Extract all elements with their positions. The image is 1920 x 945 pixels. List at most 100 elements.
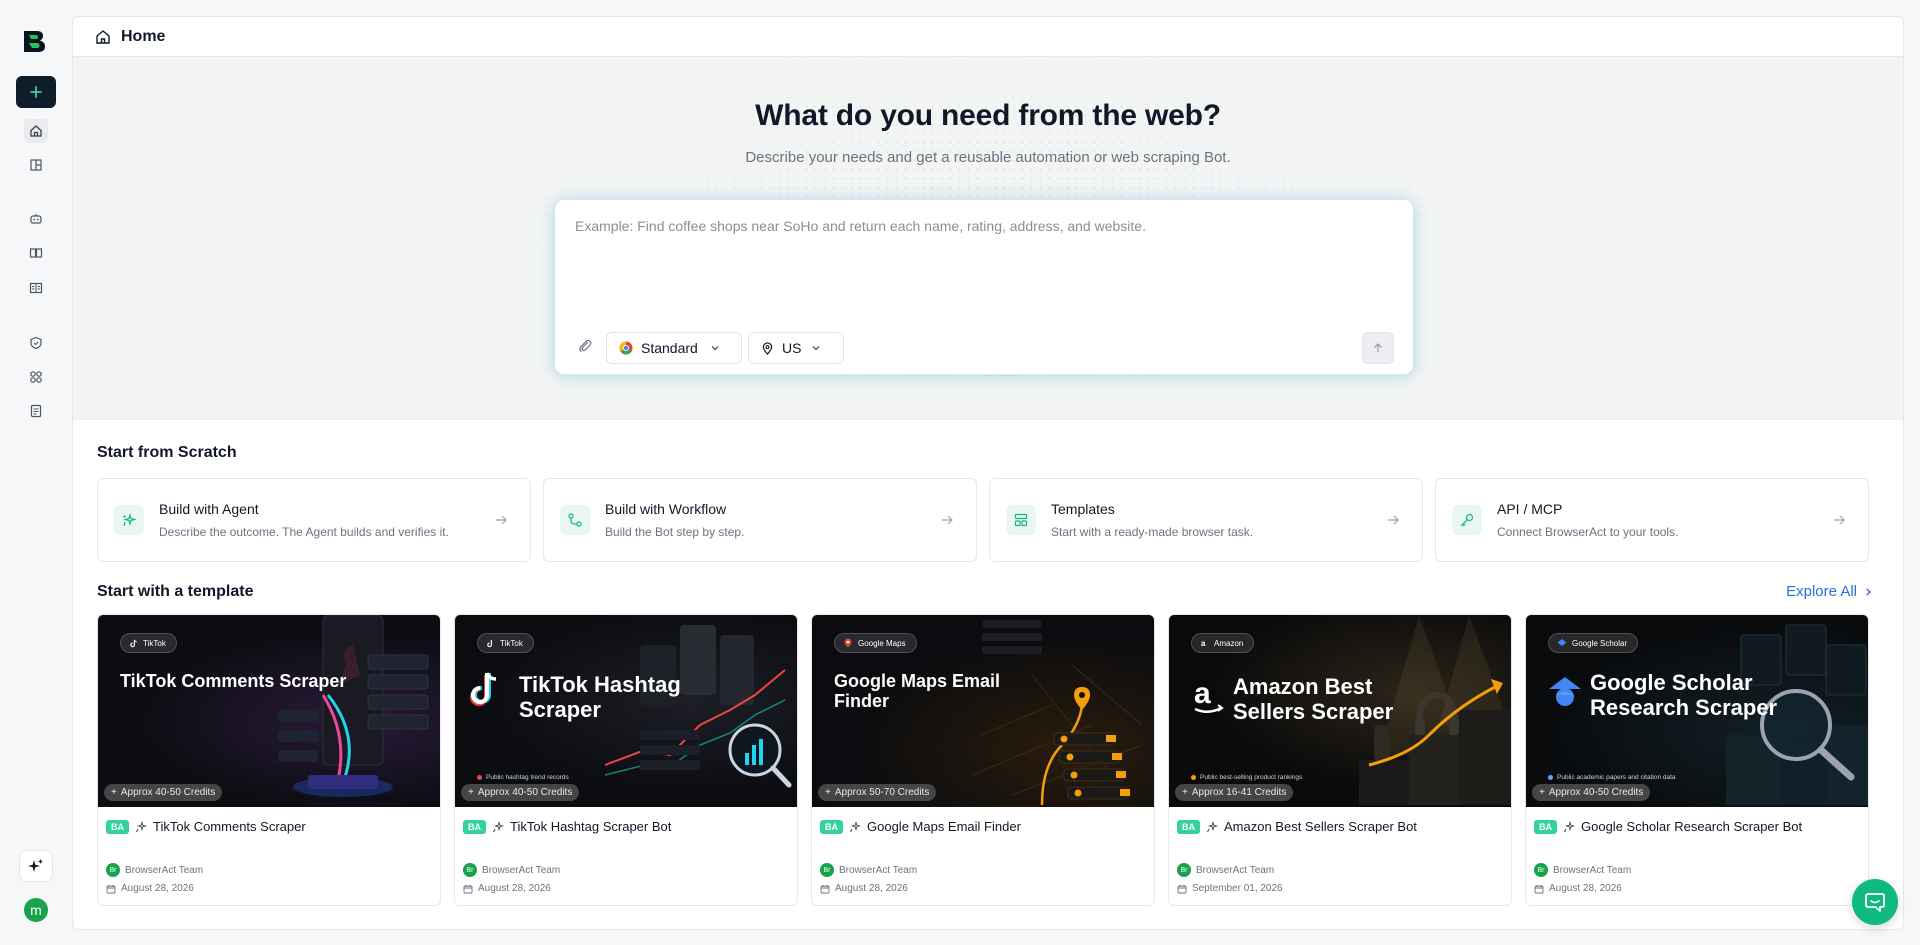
region-select[interactable]: US: [748, 332, 844, 364]
new-task-button[interactable]: [16, 76, 56, 108]
template-name: BA Google Maps Email Finder: [820, 819, 1021, 834]
credits-badge: + Approx 40-50 Credits: [104, 784, 223, 801]
explore-all-link[interactable]: Explore All: [1786, 583, 1873, 600]
platform-label: TikTok: [143, 638, 166, 648]
credits-label: Approx 16-41 Credits: [1191, 787, 1287, 798]
calendar-icon: [1534, 884, 1544, 893]
plus-icon: [30, 86, 42, 98]
template-author: Br BrowserAct Team: [463, 863, 560, 877]
author-avatar: Br: [106, 863, 120, 877]
chat-bubble-icon: [1865, 893, 1885, 912]
card-description: Connect BrowserAct to your tools.: [1497, 525, 1679, 539]
page-title: Home: [121, 27, 166, 45]
sidebar-docs[interactable]: [24, 276, 48, 300]
svg-text:a: a: [1201, 639, 1206, 648]
template-author: Br BrowserAct Team: [1177, 863, 1274, 877]
browser-mode-select[interactable]: Standard: [606, 332, 742, 364]
author-avatar: Br: [820, 863, 834, 877]
robot-icon: [30, 214, 42, 224]
date-label: August 28, 2026: [478, 883, 551, 894]
date-label: August 28, 2026: [835, 883, 908, 894]
amazon-icon: a: [1201, 639, 1206, 648]
support-chat-button[interactable]: [1852, 879, 1898, 925]
templates-icon: [1006, 505, 1036, 535]
credits-badge: + Approx 16-41 Credits: [1175, 784, 1294, 801]
calendar-icon: [106, 884, 116, 893]
user-avatar[interactable]: m: [24, 898, 48, 922]
author-name: BrowserAct Team: [125, 864, 204, 876]
date-label: August 28, 2026: [121, 883, 194, 894]
date-label: September 01, 2026: [1192, 883, 1283, 894]
platform-label: TikTok: [500, 638, 523, 648]
template-thumbnail: Google Scholar Google Scholar Research S…: [1526, 615, 1868, 807]
chevron-down-icon: [813, 346, 820, 351]
card-description: Describe the outcome. The Agent builds a…: [159, 525, 449, 539]
sidebar-integrations[interactable]: [24, 365, 48, 389]
card-title: API / MCP: [1497, 501, 1563, 517]
template-note: Public hashtag trend records: [477, 774, 569, 781]
chrome-icon: [619, 341, 633, 355]
home-icon: [30, 125, 42, 137]
author-avatar: Br: [1534, 863, 1548, 877]
sparkle-icon: [1207, 820, 1218, 832]
sidebar-library[interactable]: [24, 241, 48, 265]
calendar-icon: [1177, 884, 1187, 893]
credits-badge: + Approx 40-50 Credits: [461, 784, 580, 801]
template-author: Br BrowserAct Team: [820, 863, 917, 877]
build-with-workflow-card[interactable]: Build with Workflow Build the Bot step b…: [543, 478, 977, 562]
template-name-label: TikTok Hashtag Scraper Bot: [510, 819, 672, 834]
credits-badge: + Approx 40-50 Credits: [1532, 784, 1651, 801]
card-description: Start with a ready-made browser task.: [1051, 525, 1254, 539]
tiktok-icon: [487, 639, 492, 647]
sidebar-security[interactable]: [24, 331, 48, 355]
hero-subheading: Describe your needs and get a reusable a…: [745, 149, 1231, 166]
template-card-tiktok-comments[interactable]: TikTok TikTok Comments Scraper + Approx 4…: [97, 614, 441, 906]
platform-label: Amazon: [1214, 638, 1244, 648]
api-mcp-card[interactable]: API / MCP Connect BrowserAct to your too…: [1435, 478, 1869, 562]
scratch-section-title: Start from Scratch: [97, 444, 237, 461]
send-button[interactable]: [1362, 332, 1394, 364]
hero-section: What do you need from the web? Describe …: [73, 57, 1903, 420]
credits-label: Approx 40-50 Credits: [120, 787, 216, 798]
template-headline: Google Maps Email Finder: [834, 671, 1001, 712]
template-author: Br BrowserAct Team: [106, 863, 203, 877]
build-with-agent-card[interactable]: Build with Agent Describe the outcome. T…: [97, 478, 531, 562]
agent-sparkle-icon: [114, 505, 144, 535]
sidebar-billing[interactable]: [24, 399, 48, 423]
template-note: Public best-selling product rankings: [1191, 774, 1302, 781]
google-maps-pin-icon: [844, 638, 852, 648]
prompt-box: Standard US: [554, 199, 1414, 375]
template-headline: Amazon Best Sellers Scraper: [1233, 674, 1394, 724]
author-avatar: Br: [1177, 863, 1191, 877]
template-thumbnail: Google Maps Google Maps Email Finder + Ap…: [812, 615, 1154, 807]
sparkle-icon: [136, 820, 147, 832]
prompt-input[interactable]: [575, 218, 1395, 234]
note-label: Public academic papers and citation data: [1557, 774, 1676, 781]
template-card-google-maps[interactable]: Google Maps Google Maps Email Finder + Ap…: [811, 614, 1155, 906]
author-name: BrowserAct Team: [839, 864, 918, 876]
template-date: August 28, 2026: [463, 883, 551, 894]
ai-assistant-button[interactable]: [19, 850, 53, 882]
main-panel: Home What do you need from the web? Desc…: [72, 16, 1904, 930]
sidebar-dashboard[interactable]: [24, 153, 48, 177]
template-date: August 28, 2026: [106, 883, 194, 894]
browseract-logo[interactable]: [20, 28, 50, 54]
sidebar-bots[interactable]: [24, 207, 48, 231]
home-icon: [96, 29, 110, 44]
platform-chip: TikTok: [477, 633, 534, 653]
templates-card[interactable]: Templates Start with a ready-made browse…: [989, 478, 1423, 562]
top-bar: Home: [73, 17, 1903, 57]
template-name: BA Amazon Best Sellers Scraper Bot: [1177, 819, 1417, 834]
calendar-icon: [463, 884, 473, 893]
template-thumbnail: a Amazon a Amazon Best Sellers Scraper P…: [1169, 615, 1511, 807]
template-thumbnail: TikTok TikTok Comments Scraper + Approx 4…: [98, 615, 440, 807]
sidebar-home[interactable]: [24, 119, 48, 143]
template-card-amazon[interactable]: a Amazon a Amazon Best Sellers Scraper P…: [1168, 614, 1512, 906]
browser-mode-value: Standard: [641, 340, 698, 356]
template-card-google-scholar[interactable]: Google Scholar Google Scholar Research S…: [1525, 614, 1869, 906]
template-date: September 01, 2026: [1177, 883, 1283, 894]
explore-all-label: Explore All: [1786, 583, 1857, 600]
paperclip-icon[interactable]: [577, 338, 593, 354]
location-pin-icon: [762, 341, 773, 355]
template-card-tiktok-hashtag[interactable]: TikTok TikTok Hashtag Scraper Public has…: [454, 614, 798, 906]
